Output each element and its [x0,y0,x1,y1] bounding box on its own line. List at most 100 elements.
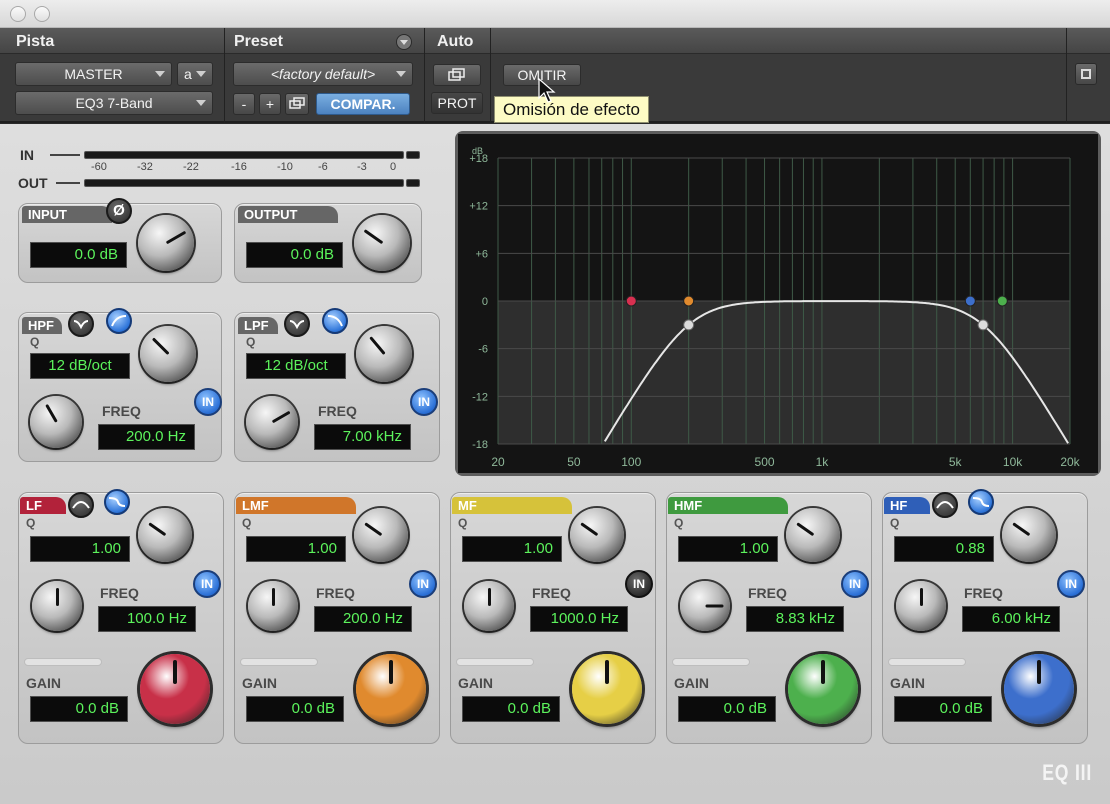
minimize-window-button[interactable] [34,6,50,22]
output-gain-display[interactable]: 0.0 dB [246,242,343,268]
peak-icon [936,501,954,509]
hf-in-button[interactable]: IN [1057,570,1085,598]
lmf-q-knob[interactable] [354,508,408,562]
hpf-q-display[interactable]: 12 dB/oct [30,353,130,379]
mf-q-display[interactable]: 1.00 [462,536,562,562]
hf-q-label: Q [890,516,900,530]
input-label: INPUT [22,206,112,223]
output-gain-knob[interactable] [354,215,410,271]
meter-scale-label: -32 [137,161,153,173]
hpf-freq-display[interactable]: 200.0 Hz [98,424,195,450]
lmf-in-button[interactable]: IN [409,570,437,598]
lmf-handle[interactable] [683,295,695,307]
phase-invert-button[interactable]: Ø [106,198,132,224]
graph-freq-tick-label: 20 [491,455,505,469]
track-selector[interactable]: MASTER [15,62,172,86]
next-preset-button[interactable]: + [259,93,281,115]
lpf-notch-button[interactable] [284,311,310,337]
hf-shelf-button[interactable] [968,489,994,515]
hpf-highpass-button[interactable] [106,308,132,334]
lpf-lowpass-button[interactable] [322,308,348,334]
lpf-q-display[interactable]: 12 dB/oct [246,353,346,379]
mf-gain-knob[interactable] [572,654,642,724]
lf-in-button[interactable]: IN [193,570,221,598]
chevron-down-icon [196,71,206,77]
hpf-in-button[interactable]: IN [194,388,222,416]
lf-freq-knob[interactable] [32,581,82,631]
lf-gain-display[interactable]: 0.0 dB [30,696,128,722]
hmf-gain-display[interactable]: 0.0 dB [678,696,776,722]
lmf-gain-display[interactable]: 0.0 dB [246,696,344,722]
chevron-down-icon [196,100,206,106]
hpf-notch-button[interactable] [68,311,94,337]
graph-db-tick-label: -12 [472,391,488,403]
hf-handle[interactable] [964,295,976,307]
lf-shelf-button[interactable] [104,489,130,515]
lf-q-knob[interactable] [138,508,192,562]
hpf-freq-knob[interactable] [30,396,82,448]
prot-button[interactable]: PROT [431,92,483,114]
lf-freq-display[interactable]: 100.0 Hz [98,606,196,632]
hmf-in-button[interactable]: IN [841,570,869,598]
librarian-button[interactable] [285,93,309,115]
lpf-in-button[interactable]: IN [410,388,438,416]
insert-selector[interactable]: EQ3 7-Band [15,91,213,115]
mf-freq-knob[interactable] [464,581,514,631]
input-gain-knob[interactable] [138,215,194,271]
hmf-freq-display[interactable]: 8.83 kHz [746,606,844,632]
input-gain-display[interactable]: 0.0 dB [30,242,127,268]
lmf-q-label: Q [242,516,252,530]
hf-peak-button[interactable] [932,492,958,518]
hmf-freq-knob[interactable] [680,581,730,631]
lpf-handle[interactable] [977,319,989,331]
eq-curve-graph[interactable]: dB+18+12+60-6-12-1820 50 100 500 1k 5k 10k 20k [458,134,1098,473]
knob-pointer [705,604,723,608]
knob-pointer [165,230,186,245]
settings-menu-button[interactable] [1075,63,1097,85]
lmf-q-display[interactable]: 1.00 [246,536,346,562]
preset-menu-icon[interactable] [396,34,412,50]
graph-freq-tick-label: 500 [755,455,775,469]
eq-curve-display[interactable]: dB +18 +12 +6 0 -6 -12 -18 20 50 100 500 1k 5k 10k 20k [455,131,1101,476]
lf-peak-button[interactable] [68,492,94,518]
close-window-button[interactable] [10,6,26,22]
output-label: OUTPUT [238,206,338,223]
automation-button[interactable] [433,64,481,86]
mf-in-button[interactable]: IN [625,570,653,598]
meter-scale-label: -10 [277,161,293,173]
hpf-handle[interactable] [683,319,695,331]
hmf-handle[interactable] [996,295,1008,307]
mf-band-label: MF [452,497,572,514]
lpf-q-knob[interactable] [356,326,412,382]
hf-gain-display[interactable]: 0.0 dB [894,696,992,722]
meter-scale-label: -6 [318,161,328,173]
lmf-freq-label: FREQ [316,585,355,601]
lmf-gain-knob[interactable] [356,654,426,724]
compare-button[interactable]: COMPAR. [316,93,410,115]
lf-handle[interactable] [625,295,637,307]
mf-freq-display[interactable]: 1000.0 Hz [530,606,628,632]
mf-q-knob[interactable] [570,508,624,562]
hf-q-knob[interactable] [1002,508,1056,562]
lpf-freq-display[interactable]: 7.00 kHz [314,424,411,450]
hf-freq-display[interactable]: 6.00 kHz [962,606,1060,632]
graph-db-tick-label: +18 [469,153,488,165]
hmf-gain-knob[interactable] [788,654,858,724]
lmf-freq-display[interactable]: 200.0 Hz [314,606,412,632]
track-channel-selector[interactable]: a [177,62,213,86]
hmf-q-display[interactable]: 1.00 [678,536,778,562]
hf-freq-knob[interactable] [896,581,946,631]
hmf-q-knob[interactable] [786,508,840,562]
lpf-freq-knob[interactable] [246,396,298,448]
mf-gain-display[interactable]: 0.0 dB [462,696,560,722]
hf-q-display[interactable]: 0.88 [894,536,994,562]
lf-gain-knob[interactable] [140,654,210,724]
track-channel: a [184,66,192,82]
lmf-freq-knob[interactable] [248,581,298,631]
preset-selector[interactable]: <factory default> [233,62,413,86]
lf-q-display[interactable]: 1.00 [30,536,130,562]
hf-gain-knob[interactable] [1004,654,1074,724]
hpf-q-knob[interactable] [140,326,196,382]
previous-preset-button[interactable]: - [233,93,255,115]
knob-pointer [173,660,177,684]
